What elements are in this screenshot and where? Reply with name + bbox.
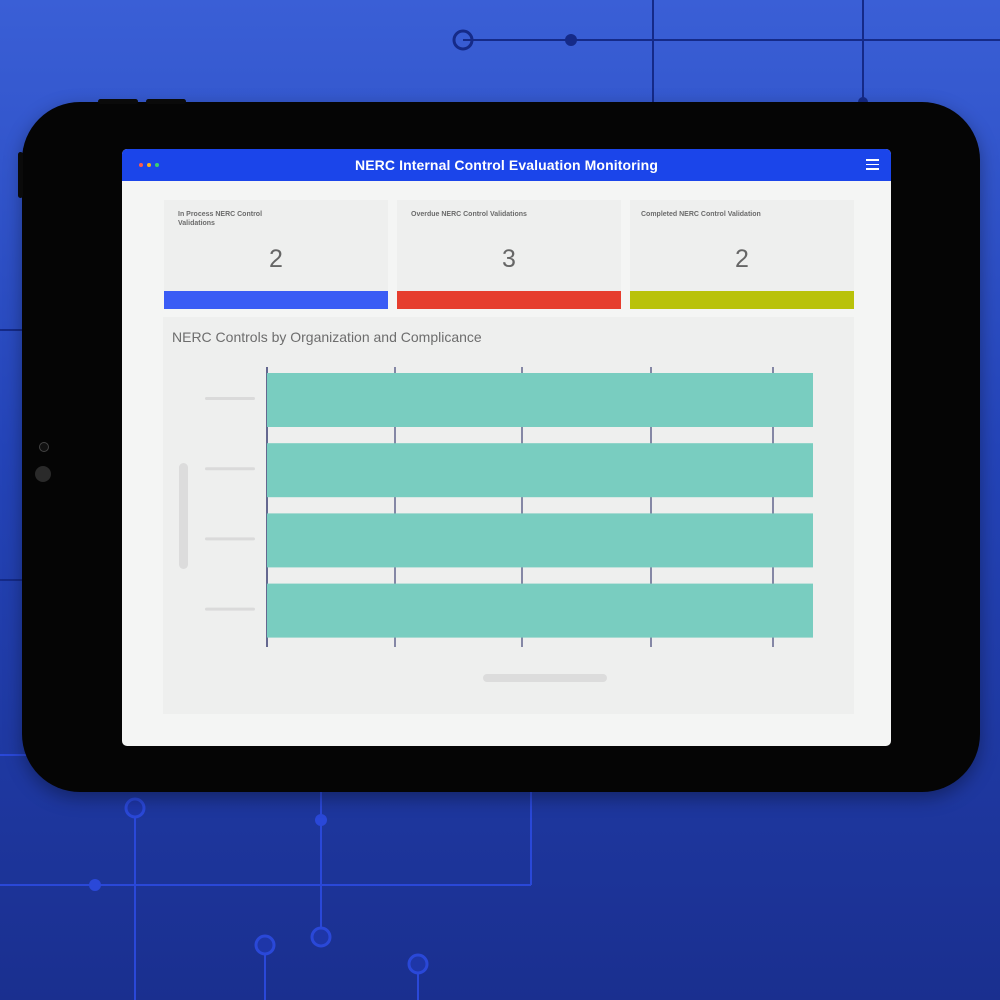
window-dots bbox=[139, 163, 159, 167]
window-dot-icon bbox=[139, 163, 143, 167]
chart-bar[interactable] bbox=[267, 513, 813, 568]
bar-chart bbox=[205, 367, 813, 647]
page-title: NERC Internal Control Evaluation Monitor… bbox=[355, 157, 658, 173]
power-button[interactable] bbox=[18, 152, 23, 198]
chart-bar[interactable] bbox=[267, 443, 813, 498]
title-bar: NERC Internal Control Evaluation Monitor… bbox=[122, 149, 891, 181]
kpi-label: Overdue NERC Control Validations bbox=[411, 211, 527, 218]
front-camera bbox=[39, 442, 49, 452]
kpi-value: 2 bbox=[735, 245, 749, 273]
kpi-value: 3 bbox=[502, 245, 516, 273]
kpi-color-bar bbox=[630, 291, 854, 309]
vertical-scrollbar[interactable] bbox=[179, 463, 188, 569]
kpi-card-overdue[interactable]: Overdue NERC Control Validations 3 bbox=[397, 200, 621, 309]
chart-bar[interactable] bbox=[267, 373, 813, 427]
kpi-label: Completed NERC Control Validation bbox=[641, 211, 761, 218]
category-label-placeholder bbox=[205, 607, 255, 611]
home-button[interactable] bbox=[35, 466, 51, 482]
category-label-placeholder bbox=[205, 467, 255, 471]
chart-bar[interactable] bbox=[267, 583, 813, 638]
chart-panel: NERC Controls by Organization and Compli… bbox=[163, 317, 854, 714]
kpi-color-bar bbox=[164, 291, 388, 309]
window-dot-icon bbox=[147, 163, 151, 167]
volume-button[interactable] bbox=[146, 99, 186, 104]
kpi-card-in-process[interactable]: In Process NERC Control Validations 2 bbox=[164, 200, 388, 309]
kpi-label: In Process NERC Control Validations bbox=[178, 211, 263, 227]
app-screen: NERC Internal Control Evaluation Monitor… bbox=[122, 149, 891, 746]
category-label-placeholder bbox=[205, 397, 255, 400]
kpi-color-bar bbox=[397, 291, 621, 309]
kpi-value: 2 bbox=[269, 245, 283, 273]
volume-button[interactable] bbox=[98, 99, 138, 104]
horizontal-scrollbar[interactable] bbox=[483, 674, 607, 682]
kpi-card-completed[interactable]: Completed NERC Control Validation 2 bbox=[630, 200, 854, 309]
hamburger-menu-icon[interactable] bbox=[866, 159, 879, 170]
window-dot-icon bbox=[155, 163, 159, 167]
category-label-placeholder bbox=[205, 537, 255, 541]
